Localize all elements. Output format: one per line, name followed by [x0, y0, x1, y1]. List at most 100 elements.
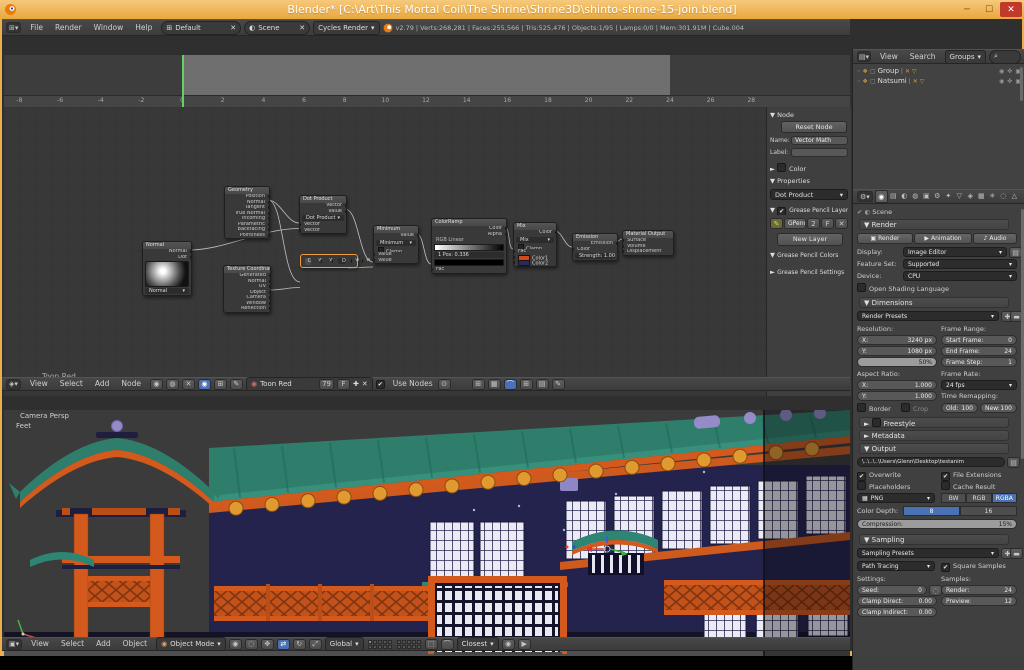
- properties-tab-material-icon[interactable]: ◈: [965, 190, 976, 201]
- node-mix[interactable]: MixColorMix▾ClampFacColor1Color2: [513, 222, 557, 267]
- render-opengl-anim-icon[interactable]: ▶: [518, 639, 531, 650]
- minimize-button[interactable]: ─: [956, 2, 978, 17]
- close-button[interactable]: ✕: [1000, 2, 1022, 17]
- menu-item-add[interactable]: Add: [89, 377, 116, 391]
- editor-type-outliner-button[interactable]: ▤▾: [857, 51, 871, 62]
- screen-layout-selector[interactable]: ⊞ Default ✕: [161, 21, 241, 35]
- color-swatch[interactable]: [518, 260, 530, 266]
- node-texture-coordinate[interactable]: Texture CoordinateGeneratedNormalUVObjec…: [223, 265, 271, 313]
- gp-layers-checkbox[interactable]: ✔: [777, 207, 786, 215]
- node-name-field[interactable]: Vector Math: [791, 136, 848, 145]
- layer-grid-2[interactable]: [397, 640, 421, 649]
- channels-rgba-button[interactable]: RGBA: [992, 493, 1017, 503]
- menu-item-select[interactable]: Select: [54, 377, 89, 391]
- texture-type-icon[interactable]: ⊞: [214, 379, 227, 390]
- eye-icon[interactable]: ◉: [999, 68, 1004, 75]
- node-dot-product[interactable]: Dot ProductVectorValueDot Product▾Vector…: [300, 254, 358, 268]
- operation-dropdown[interactable]: Dot Product ▾: [770, 189, 848, 200]
- pivot-selector-icon[interactable]: ◌: [245, 639, 258, 650]
- osl-checkbox[interactable]: [857, 283, 866, 292]
- crop-checkbox[interactable]: [901, 403, 910, 412]
- close-icon[interactable]: ✕: [362, 380, 368, 388]
- end-frame-field[interactable]: End Frame:24: [941, 346, 1017, 356]
- depth-16-button[interactable]: 16: [960, 506, 1017, 516]
- snap-mode-icon[interactable]: ⊞: [520, 379, 533, 390]
- node-geometry[interactable]: GeometryPositionNormalTangentTrue Normal…: [224, 186, 270, 239]
- backdrop-icon[interactable]: ▦: [488, 379, 501, 390]
- device-dropdown[interactable]: CPU▾: [903, 271, 1017, 281]
- render-engine-selector[interactable]: Cycles Render ▾: [313, 21, 379, 35]
- editor-type-node-button[interactable]: ◈▾: [6, 379, 21, 390]
- menu-item-view[interactable]: View: [25, 637, 55, 651]
- aspect-x-field[interactable]: X:1.000: [857, 380, 937, 390]
- lock-icon[interactable]: ⬚: [425, 639, 438, 650]
- pointer-icon[interactable]: ✜: [1007, 68, 1012, 75]
- gp-layer-count[interactable]: 2: [807, 218, 820, 229]
- overwrite-row[interactable]: ✔Overwrite: [857, 470, 901, 480]
- gp-brush-icon[interactable]: ✎: [770, 218, 783, 229]
- material-datablock[interactable]: ◉ Toon Red 79 F ✚ ✕: [246, 377, 373, 391]
- node-dot-product[interactable]: Dot ProductVectorValueDot Product▾Vector…: [299, 195, 347, 234]
- restrict-x-icon[interactable]: ✕: [905, 68, 910, 75]
- node-output-socket[interactable]: Pointiness: [225, 233, 269, 239]
- node-output-socket[interactable]: Reflection: [224, 306, 270, 312]
- node-value-field[interactable]: Strength: 1.000: [575, 253, 615, 259]
- frame-rate-dropdown[interactable]: 24 fps▾: [941, 380, 1017, 390]
- node-label-field[interactable]: [791, 148, 848, 157]
- properties-tab-physics-icon[interactable]: ◌: [998, 190, 1009, 201]
- node-dropdown[interactable]: Normal▾: [145, 288, 189, 294]
- copy-icon[interactable]: ▤: [536, 379, 549, 390]
- properties-tab-data-icon[interactable]: ▽: [954, 190, 965, 201]
- display-dropdown[interactable]: Image Editor▾: [903, 247, 1007, 257]
- manipulator-rotate-icon[interactable]: ↻: [293, 639, 306, 650]
- render-presets-dropdown[interactable]: Render Presets▾: [857, 311, 999, 321]
- properties-tab-extra-icon[interactable]: △: [1009, 190, 1020, 201]
- outliner-item-name[interactable]: Group: [878, 67, 899, 75]
- samples-render-field[interactable]: Render:24: [941, 585, 1017, 595]
- samples-preview-field[interactable]: Preview:12: [941, 596, 1017, 606]
- remap-old-field[interactable]: Old:100: [941, 403, 978, 413]
- snap-magnet-icon[interactable]: ⌒: [441, 639, 454, 650]
- crop-row[interactable]: Crop: [901, 403, 928, 413]
- gp-layers-header[interactable]: ▼ ✔Grease Pencil Layers: [770, 206, 848, 215]
- channels-bw-button[interactable]: BW: [941, 493, 966, 503]
- snap-element-selector[interactable]: Closest ▾: [457, 637, 499, 651]
- integrator-dropdown[interactable]: Path Tracing▾: [857, 561, 935, 571]
- orientation-selector[interactable]: Global ▾: [325, 637, 364, 651]
- node-controls[interactable]: RGB Linear: [432, 237, 506, 243]
- channels-rgb-button[interactable]: RGB: [966, 493, 991, 503]
- outliner-filter-selector[interactable]: Groups ▾: [945, 50, 986, 64]
- resolution-percent-slider[interactable]: 50%: [857, 357, 937, 367]
- editor-type-properties-button[interactable]: ⚙▾: [857, 191, 873, 202]
- outliner-row[interactable]: ◦❖▢Natsumi|✕▽◉✜▣: [857, 76, 1021, 86]
- freestyle-panel-header[interactable]: ► Freestyle: [859, 417, 1009, 428]
- properties-tab-constraints-icon[interactable]: ⚙: [932, 190, 943, 201]
- border-checkbox[interactable]: [857, 403, 866, 412]
- properties-tab-particles-icon[interactable]: ✳: [987, 190, 998, 201]
- extensions-checkbox[interactable]: ✔: [941, 472, 950, 481]
- fake-user-button[interactable]: F: [337, 379, 350, 390]
- node-input-socket[interactable]: Value: [374, 258, 418, 264]
- node-color-swatch-row[interactable]: Color2: [514, 260, 556, 266]
- dimensions-panel-header[interactable]: ▼ Dimensions: [859, 297, 1009, 308]
- seed-field[interactable]: Seed:0: [857, 585, 927, 595]
- shader-object-icon[interactable]: ◉: [150, 379, 163, 390]
- browse-folder-icon[interactable]: ▤: [1007, 457, 1020, 468]
- node-input-socket[interactable]: Color: [573, 247, 617, 253]
- shader-type-icon[interactable]: ◉: [198, 379, 211, 390]
- node-output-socket[interactable]: Color: [514, 230, 556, 236]
- properties-tab-scene-icon[interactable]: ◐: [899, 190, 910, 201]
- node-color-ramp[interactable]: [434, 244, 504, 251]
- menu-item-file[interactable]: File: [24, 21, 49, 35]
- node-output-socket[interactable]: Value: [374, 233, 418, 239]
- gp-layer-name[interactable]: GPencil: [784, 218, 806, 229]
- resolution-x-field[interactable]: X:3240 px: [857, 335, 937, 345]
- properties-tab-world-icon[interactable]: ◍: [910, 190, 921, 201]
- node-dropdown[interactable]: Dot Product▾: [338, 258, 346, 264]
- node-title[interactable]: Texture Coordinate: [224, 266, 270, 273]
- node-output-socket[interactable]: Value: [325, 258, 333, 264]
- node-title[interactable]: Normal: [143, 242, 191, 249]
- node-color-ramp[interactable]: [434, 259, 504, 266]
- node-title[interactable]: Dot Product: [300, 196, 346, 203]
- extensions-row[interactable]: ✔File Extensions: [941, 470, 1001, 480]
